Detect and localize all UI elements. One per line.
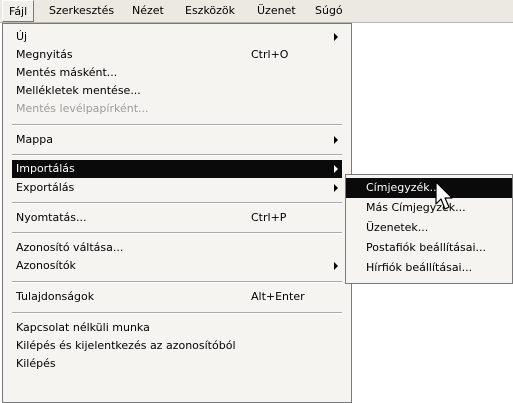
menu-item-label: Mentés levélpapírként... xyxy=(16,102,149,115)
submenu-item-mail-account-settings[interactable]: Postafiók beállításai... xyxy=(346,238,512,258)
menu-item-open[interactable]: Megnyitás Ctrl+O xyxy=(12,46,342,64)
menu-item-label: Mappa xyxy=(16,133,53,146)
menu-help[interactable]: Súgó xyxy=(309,0,349,22)
menu-item-label: Címjegyzék... xyxy=(366,181,441,194)
menu-edit[interactable]: Szerkesztés xyxy=(43,0,120,22)
submenu-item-messages[interactable]: Üzenetek... xyxy=(346,218,512,238)
submenu-item-other-address-book[interactable]: Más Címjegyzék... xyxy=(346,198,512,218)
menu-separator xyxy=(12,312,342,314)
menu-item-print[interactable]: Nyomtatás... Ctrl+P xyxy=(12,209,342,227)
menu-message[interactable]: Üzenet xyxy=(251,0,302,22)
menu-item-label: Megnyitás xyxy=(16,48,73,61)
menu-item-label: Postafiók beállításai... xyxy=(366,241,487,254)
submenu-arrow-icon xyxy=(334,262,338,270)
menu-tools[interactable]: Eszközök xyxy=(179,0,241,22)
menu-item-label: Tulajdonságok xyxy=(16,290,95,303)
menu-item-new[interactable]: Új xyxy=(12,28,342,46)
menu-separator xyxy=(12,124,342,126)
menu-item-label: Mentés másként... xyxy=(16,66,118,79)
menu-item-label: Nyomtatás... xyxy=(16,211,87,224)
file-menu-dropdown: Új Megnyitás Ctrl+O Mentés másként... Me… xyxy=(2,23,352,403)
menu-item-work-offline[interactable]: Kapcsolat nélküli munka xyxy=(12,319,342,337)
menu-item-exit-and-logoff[interactable]: Kilépés és kijelentkezés az azonosítóból xyxy=(12,337,342,355)
menu-file[interactable]: Fájl xyxy=(2,0,35,22)
menu-item-label: Üzenetek... xyxy=(366,221,429,234)
menu-item-shortcut: Alt+Enter xyxy=(251,290,305,303)
menu-item-label: Kilépés xyxy=(16,357,56,370)
menu-item-label: Hírfiók beállításai... xyxy=(366,261,473,274)
menu-item-label: Azonosító váltása... xyxy=(16,241,124,254)
menu-item-switch-identity[interactable]: Azonosító váltása... xyxy=(12,239,342,257)
menu-item-label: Importálás xyxy=(16,162,75,175)
menu-item-label: Mellékletek mentése... xyxy=(16,84,141,97)
menu-item-label: Kapcsolat nélküli munka xyxy=(16,321,150,334)
menu-item-label: Azonosítók xyxy=(16,259,76,272)
submenu-item-news-account-settings[interactable]: Hírfiók beállításai... xyxy=(346,258,512,278)
menu-item-label: Exportálás xyxy=(16,181,75,194)
menu-separator xyxy=(12,202,342,204)
menu-item-identities[interactable]: Azonosítók xyxy=(12,257,342,275)
import-submenu: Címjegyzék... Más Címjegyzék... Üzenetek… xyxy=(345,174,513,284)
menu-item-save-as-stationery: Mentés levélpapírként... xyxy=(12,100,342,118)
menu-item-properties[interactable]: Tulajdonságok Alt+Enter xyxy=(12,288,342,306)
submenu-arrow-icon xyxy=(334,184,338,192)
menu-item-folder[interactable]: Mappa xyxy=(12,131,342,149)
menu-view[interactable]: Nézet xyxy=(126,0,170,22)
submenu-arrow-icon xyxy=(334,136,338,144)
menu-separator xyxy=(12,281,342,283)
submenu-arrow-icon xyxy=(334,165,338,173)
menu-item-import[interactable]: Importálás xyxy=(12,160,342,178)
menu-item-exit[interactable]: Kilépés xyxy=(12,355,342,373)
menu-separator xyxy=(12,232,342,234)
menu-item-export[interactable]: Exportálás xyxy=(12,179,342,197)
menu-item-label: Új xyxy=(16,30,28,43)
submenu-arrow-icon xyxy=(334,33,338,41)
menu-item-save-as[interactable]: Mentés másként... xyxy=(12,64,342,82)
submenu-item-address-book[interactable]: Címjegyzék... xyxy=(346,178,512,198)
menu-item-shortcut: Ctrl+P xyxy=(251,211,287,224)
mouse-cursor-icon xyxy=(435,181,453,210)
menu-separator xyxy=(12,154,342,156)
menu-item-shortcut: Ctrl+O xyxy=(251,48,289,61)
menu-item-save-attachments[interactable]: Mellékletek mentése... xyxy=(12,82,342,100)
menu-bar: Fájl Szerkesztés Nézet Eszközök Üzenet S… xyxy=(0,0,513,23)
menu-item-label: Kilépés és kijelentkezés az azonosítóból xyxy=(16,339,236,352)
